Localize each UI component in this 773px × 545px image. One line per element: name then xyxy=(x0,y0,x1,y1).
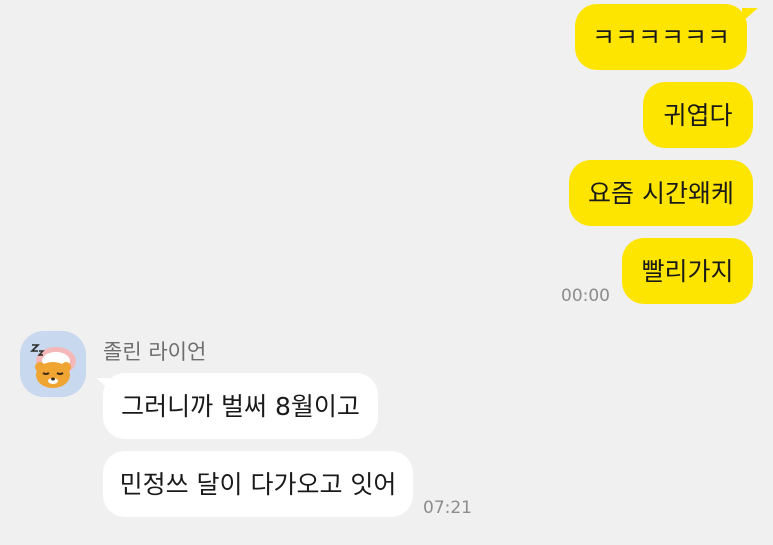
outgoing-timestamp: 00:00 xyxy=(561,286,610,306)
chat-screen: ㅋㅋㅋㅋㅋㅋ 귀엽다 요즘 시간왜케 빨리가지 00:00 졸린 라이언 그러니… xyxy=(0,0,773,545)
bubble-tail xyxy=(742,8,758,22)
message-text: 빨리가지 xyxy=(641,256,734,286)
outgoing-message-1[interactable]: ㅋㅋㅋㅋㅋㅋ xyxy=(575,4,747,70)
message-text: ㅋㅋㅋㅋㅋㅋ xyxy=(591,22,730,52)
message-text: 귀엽다 xyxy=(663,100,733,130)
incoming-message-2[interactable]: 민정쓰 달이 다가오고 잇어 xyxy=(103,451,413,517)
sender-name: 졸린 라이언 xyxy=(103,340,207,364)
message-text: 민정쓰 달이 다가오고 잇어 xyxy=(119,469,397,499)
incoming-timestamp: 07:21 xyxy=(423,498,472,518)
sleeping-lion-character-icon xyxy=(20,331,86,397)
outgoing-message-3[interactable]: 요즘 시간왜케 xyxy=(569,160,753,226)
outgoing-message-2[interactable]: 귀엽다 xyxy=(643,82,753,148)
outgoing-message-4[interactable]: 빨리가지 xyxy=(622,238,753,304)
avatar[interactable] xyxy=(20,331,86,397)
message-text: 그러니까 벌써 8월이고 xyxy=(121,391,360,421)
message-text: 요즘 시간왜케 xyxy=(588,178,734,208)
incoming-message-1[interactable]: 그러니까 벌써 8월이고 xyxy=(103,373,378,439)
